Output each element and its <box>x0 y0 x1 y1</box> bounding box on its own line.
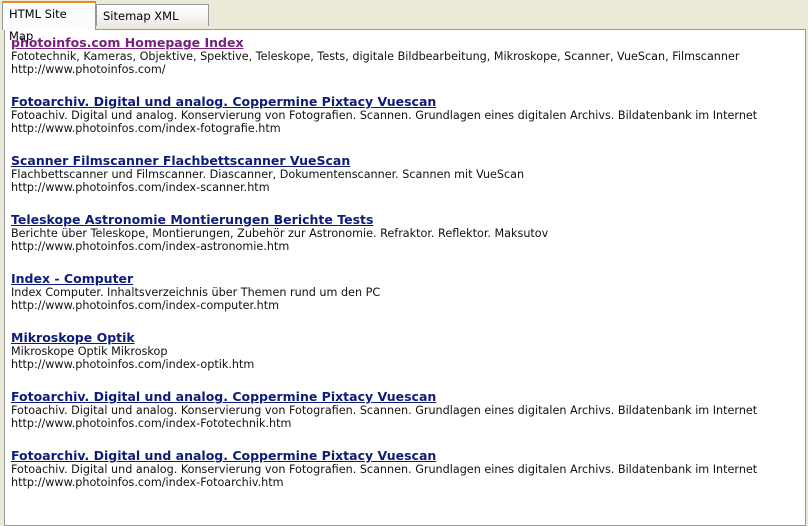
entry-title-link[interactable]: Fotoarchiv. Digital und analog. Coppermi… <box>11 449 808 463</box>
sitemap-entry: Fotoarchiv. Digital und analog. Coppermi… <box>11 449 808 508</box>
entry-url: http://www.photoinfos.com/index-scanner.… <box>11 181 270 194</box>
entry-title-link[interactable]: Fotoarchiv. Digital und analog. Coppermi… <box>11 390 808 404</box>
entry-url: http://www.photoinfos.com/index-computer… <box>11 299 280 312</box>
sitemap-entry: photoinfos.com Homepage Index Fototechni… <box>11 36 808 95</box>
entry-title-link[interactable]: Teleskope Astronomie Montierungen Berich… <box>11 213 808 227</box>
entry-description: Fotoachiv. Digital und analog. Konservie… <box>11 109 758 122</box>
sitemap-entry: Scanner Filmscanner Flachbettscanner Vue… <box>11 154 808 213</box>
entry-url: http://www.photoinfos.com/ <box>11 63 166 76</box>
tab-html-site-map[interactable]: HTML Site Map <box>2 1 96 43</box>
entry-description: Flachbettscanner und Filmscanner. Diasca… <box>11 168 525 181</box>
tab-sitemap-xml-index[interactable]: Sitemap XML Index <box>96 4 209 45</box>
entry-title-link[interactable]: photoinfos.com Homepage Index <box>11 36 808 50</box>
tab-strip: Sitemap XML Index HTML Site Map <box>0 0 808 45</box>
sitemap-entry: Mikroskope Optik Mikroskope Optik Mikros… <box>11 331 808 390</box>
entry-url: http://www.photoinfos.com/index-Fotoarch… <box>11 476 284 489</box>
entry-description: Fototechnik, Kameras, Objektive, Spektiv… <box>11 50 740 63</box>
entry-url: http://www.photoinfos.com/index-astronom… <box>11 240 290 253</box>
entry-description: Fotoachiv. Digital und analog. Konservie… <box>11 463 758 476</box>
sitemap-entry-list: photoinfos.com Homepage Index Fototechni… <box>11 36 808 508</box>
entry-title-link[interactable]: Fotoarchiv. Digital und analog. Coppermi… <box>11 95 808 109</box>
entry-description: Mikroskope Optik Mikroskop <box>11 345 168 358</box>
sitemap-window: Sitemap XML Index HTML Site Map photoinf… <box>0 0 808 526</box>
entry-description: Fotoachiv. Digital und analog. Konservie… <box>11 404 758 417</box>
entry-title-link[interactable]: Scanner Filmscanner Flachbettscanner Vue… <box>11 154 808 168</box>
entry-description: Index Computer. Inhaltsverzeichnis über … <box>11 286 381 299</box>
entry-url: http://www.photoinfos.com/index-Fototech… <box>11 417 292 430</box>
entry-title-link[interactable]: Index - Computer <box>11 272 808 286</box>
entry-description: Berichte über Teleskope, Montierungen, Z… <box>11 227 549 240</box>
sitemap-entry: Fotoarchiv. Digital und analog. Coppermi… <box>11 95 808 154</box>
sitemap-entry: Index - Computer Index Computer. Inhalts… <box>11 272 808 331</box>
sitemap-entry: Teleskope Astronomie Montierungen Berich… <box>11 213 808 272</box>
entry-url: http://www.photoinfos.com/index-optik.ht… <box>11 358 255 371</box>
sitemap-entry: Fotoarchiv. Digital und analog. Coppermi… <box>11 390 808 449</box>
entry-title-link[interactable]: Mikroskope Optik <box>11 331 808 345</box>
entry-url: http://www.photoinfos.com/index-fotograf… <box>11 122 281 135</box>
